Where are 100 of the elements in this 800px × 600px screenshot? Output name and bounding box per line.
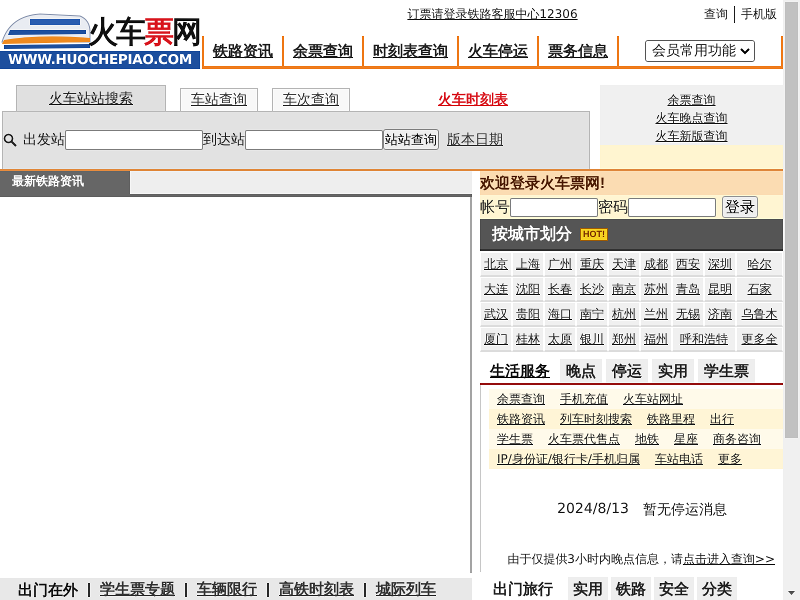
password-field[interactable] <box>628 198 716 216</box>
caret-icon <box>740 48 750 54</box>
section-title: 按城市划分 <box>492 224 572 244</box>
city-link[interactable]: 银川 <box>576 327 608 352</box>
service-link[interactable]: 地铁 <box>635 430 659 448</box>
service-tab[interactable]: 学生票 <box>698 359 755 383</box>
city-link[interactable]: 苏州 <box>640 277 672 302</box>
city-link[interactable]: 更多全 <box>736 327 783 352</box>
bar-link[interactable]: 高铁时刻表 <box>267 583 364 597</box>
city-link[interactable]: 武汉 <box>480 302 512 327</box>
service-tab[interactable]: 晚点 <box>560 359 602 383</box>
service-link[interactable]: 火车票代售点 <box>548 430 620 448</box>
field-label: 出发站 <box>23 130 65 148</box>
city-link[interactable]: 无锡 <box>672 302 704 327</box>
notice-message: 暂无停运消息 <box>642 501 727 519</box>
city-link[interactable]: 呼和浩特 <box>672 327 736 352</box>
city-link[interactable]: 大连 <box>480 277 512 302</box>
notice-date: 2024/8/13 <box>557 501 629 519</box>
city-link[interactable]: 天津 <box>608 252 640 277</box>
city-link[interactable]: 重庆 <box>576 252 608 277</box>
city-link[interactable]: 乌鲁木 <box>736 302 783 327</box>
city-link[interactable]: 杭州 <box>608 302 640 327</box>
city-link[interactable]: 海口 <box>544 302 576 327</box>
city-link[interactable]: 沈阳 <box>512 277 544 302</box>
logo-title: 火车票网 <box>88 16 200 50</box>
service-tab[interactable]: 实用 <box>652 359 694 383</box>
quick-link[interactable]: 火车新版查询 <box>656 127 728 145</box>
timetable-link[interactable]: 火车时刻表 <box>438 91 508 109</box>
city-link[interactable]: 南宁 <box>576 302 608 327</box>
city-link[interactable]: 广州 <box>544 252 576 277</box>
late-info-note: 由于仅提供3小时内晚点信息，请点击进入查询>> <box>506 551 776 568</box>
travel-tab[interactable]: 实用 <box>568 577 608 600</box>
city-link[interactable]: 长沙 <box>576 277 608 302</box>
hot-badge: HOT! <box>580 228 608 240</box>
query-link[interactable]: 点击进入查询>> <box>682 552 775 566</box>
bar-title: 出门在外 <box>18 580 79 600</box>
to-station-field[interactable] <box>245 130 383 150</box>
service-link[interactable]: 铁路里程 <box>647 410 695 428</box>
nav-link[interactable]: 时刻表查询 <box>362 36 457 66</box>
city-link[interactable]: 成都 <box>640 252 672 277</box>
service-link[interactable]: 火车站网址 <box>623 390 683 408</box>
news-tab[interactable]: 最新铁路资讯 <box>0 171 130 194</box>
service-link[interactable]: 余票查询 <box>497 390 545 408</box>
search-icon <box>3 132 17 146</box>
nav-link[interactable]: 铁路资讯 <box>202 36 282 66</box>
city-link[interactable]: 济南 <box>704 302 736 327</box>
city-link[interactable]: 北京 <box>480 252 512 277</box>
city-link[interactable]: 昆明 <box>704 277 736 302</box>
service-tab[interactable]: 停运 <box>606 359 648 383</box>
city-link[interactable]: 郑州 <box>608 327 640 352</box>
service-link[interactable]: 更多 <box>718 450 742 468</box>
city-link[interactable]: 厦门 <box>480 327 512 352</box>
city-link[interactable]: 长春 <box>544 277 576 302</box>
field-label: 密码 <box>598 198 628 216</box>
city-link[interactable]: 太原 <box>544 327 576 352</box>
quick-link[interactable]: 余票查询 <box>668 91 716 109</box>
city-link[interactable]: 上海 <box>512 252 544 277</box>
city-link[interactable]: 深圳 <box>704 252 736 277</box>
city-link[interactable]: 青岛 <box>672 277 704 302</box>
scrollbar-drawing[interactable] <box>783 0 800 600</box>
travel-tab[interactable]: 安全 <box>654 577 694 600</box>
top-link[interactable]: 查询 <box>698 6 734 23</box>
city-link[interactable]: 南京 <box>608 277 640 302</box>
search-button[interactable]: 站站查询 <box>383 129 439 150</box>
city-link[interactable]: 福州 <box>640 327 672 352</box>
city-link[interactable]: 西安 <box>672 252 704 277</box>
bar-link[interactable]: 车辆限行 <box>185 583 267 597</box>
bar-link[interactable]: 学生票专题 <box>88 583 185 597</box>
search-tab[interactable]: 车次查询 <box>272 88 350 111</box>
notice-link[interactable]: 订票请登录铁路客服中心12306 <box>407 6 578 23</box>
bar-link[interactable]: 城际列车 <box>364 583 446 597</box>
nav-link[interactable]: 票务信息 <box>537 36 617 66</box>
login-button[interactable]: 登录 <box>722 196 758 218</box>
field-label: 到达站 <box>203 130 245 148</box>
travel-tab[interactable]: 铁路 <box>611 577 651 600</box>
service-link[interactable]: 铁路资讯 <box>497 410 545 428</box>
member-dropdown[interactable]: 会员常用功能 <box>645 40 755 62</box>
account-field[interactable] <box>510 198 598 216</box>
service-link[interactable]: 手机充值 <box>560 390 608 408</box>
nav-link[interactable]: 火车停运 <box>457 36 537 66</box>
version-link[interactable]: 版本日期 <box>447 130 503 148</box>
service-link[interactable]: 列车时刻搜索 <box>560 410 632 428</box>
service-link[interactable]: 出行 <box>710 410 734 428</box>
service-link[interactable]: 车站电话 <box>654 450 703 468</box>
service-link[interactable]: 星座 <box>674 430 698 448</box>
nav-link[interactable]: 余票查询 <box>282 36 362 66</box>
city-link[interactable]: 石家 <box>736 277 783 302</box>
city-link[interactable]: 贵阳 <box>512 302 544 327</box>
service-link[interactable]: 学生票 <box>497 430 533 448</box>
service-link[interactable]: IP/身份证/银行卡/手机归属 <box>497 450 640 468</box>
search-tab[interactable]: 火车站站搜索 <box>16 85 166 111</box>
quick-link[interactable]: 火车晚点查询 <box>656 109 728 127</box>
city-link[interactable]: 桂林 <box>512 327 544 352</box>
from-station-field[interactable] <box>65 130 203 150</box>
logo-url: WWW.HUOCHEPIAO.COM <box>0 51 200 69</box>
search-tab[interactable]: 车站查询 <box>180 88 258 111</box>
service-link[interactable]: 商务咨询 <box>713 430 761 448</box>
travel-tab[interactable]: 分类 <box>697 577 737 600</box>
city-link[interactable]: 哈尔 <box>736 252 783 277</box>
city-link[interactable]: 兰州 <box>640 302 672 327</box>
